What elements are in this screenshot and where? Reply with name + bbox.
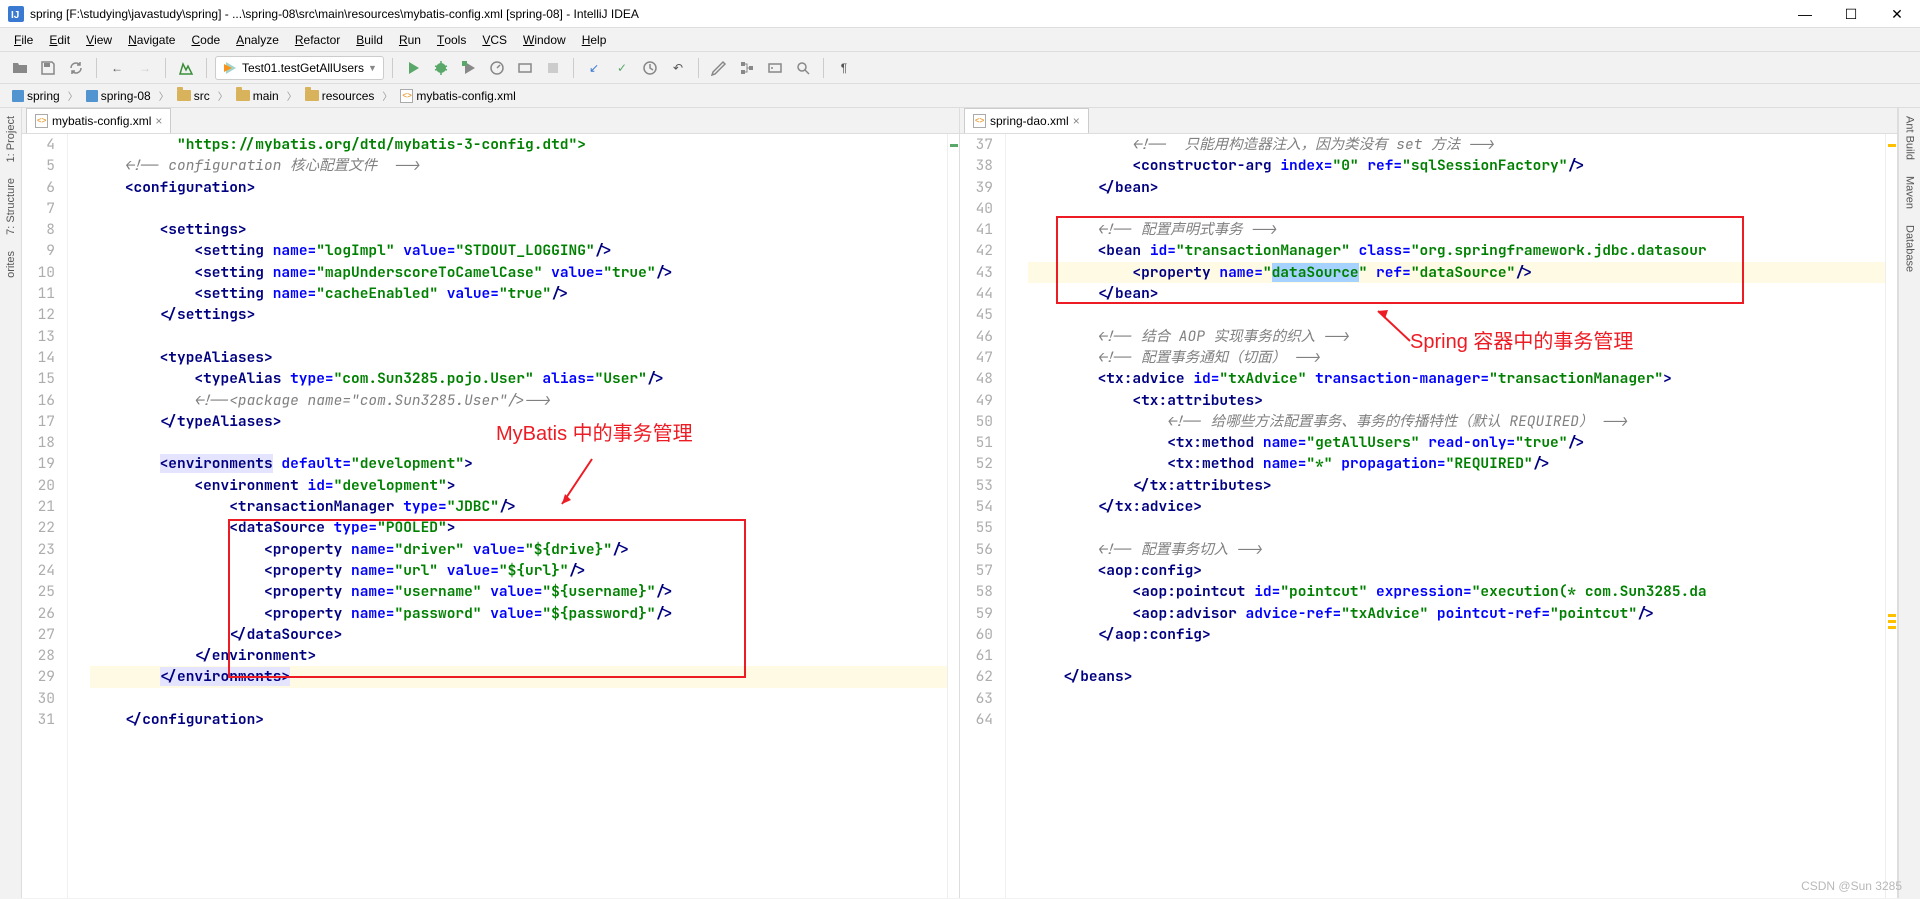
menu-refactor[interactable]: Refactor bbox=[287, 29, 348, 51]
vcs-history-icon[interactable] bbox=[638, 56, 662, 80]
error-stripe[interactable] bbox=[1885, 134, 1897, 898]
error-stripe[interactable] bbox=[947, 134, 959, 898]
tab-spring-dao[interactable]: spring-dao.xml × bbox=[964, 108, 1089, 133]
profile-icon[interactable] bbox=[485, 56, 509, 80]
code-area-right[interactable]: 3738394041424344454647484950515253545556… bbox=[960, 134, 1897, 898]
watermark: CSDN @Sun 3285 bbox=[1801, 879, 1902, 893]
code-content[interactable]: "https://mybatis.org/dtd/mybatis-3-confi… bbox=[84, 134, 947, 898]
vcs-revert-icon[interactable]: ↶ bbox=[666, 56, 690, 80]
tab-mybatis-config[interactable]: mybatis-config.xml × bbox=[26, 108, 171, 133]
vcs-commit-icon[interactable]: ✓ bbox=[610, 56, 634, 80]
menu-edit[interactable]: Edit bbox=[41, 29, 78, 51]
chevron-right-icon: 〉 bbox=[287, 88, 297, 103]
main-area: 1: Project7: Structureorites mybatis-con… bbox=[0, 108, 1920, 898]
forward-icon[interactable]: → bbox=[133, 56, 157, 80]
breadcrumb-src[interactable]: src bbox=[173, 86, 214, 106]
search-icon[interactable] bbox=[791, 56, 815, 80]
breadcrumb-mybatis-config.xml[interactable]: mybatis-config.xml bbox=[396, 86, 519, 106]
menu-view[interactable]: View bbox=[78, 29, 120, 51]
vcs-update-icon[interactable]: ↙ bbox=[582, 56, 606, 80]
breadcrumb-resources[interactable]: resources bbox=[301, 86, 379, 106]
gutter-marks bbox=[1006, 134, 1022, 898]
line-gutter[interactable]: 4567891011121314151617181920212223242526… bbox=[22, 134, 68, 898]
editor-tabs-right: spring-dao.xml × bbox=[960, 108, 1897, 134]
close-button[interactable]: ✕ bbox=[1874, 0, 1920, 28]
gutter-marks bbox=[68, 134, 84, 898]
open-icon[interactable] bbox=[8, 56, 32, 80]
toolwindow-project[interactable]: 1: Project bbox=[3, 108, 19, 170]
folder-icon bbox=[236, 90, 250, 101]
folder-icon bbox=[177, 90, 191, 101]
toolwindow-orites[interactable]: orites bbox=[3, 243, 19, 286]
attach-icon[interactable] bbox=[513, 56, 537, 80]
xml-icon bbox=[973, 114, 986, 128]
maximize-button[interactable]: ☐ bbox=[1828, 0, 1874, 28]
window-title: spring [F:\studying\javastudy\spring] - … bbox=[30, 7, 1912, 21]
coverage-icon[interactable] bbox=[457, 56, 481, 80]
run-config-selector[interactable]: Test01.testGetAllUsers ▼ bbox=[215, 56, 384, 80]
editor-tabs-left: mybatis-config.xml × bbox=[22, 108, 959, 134]
sync-icon[interactable] bbox=[64, 56, 88, 80]
code-area-left[interactable]: 4567891011121314151617181920212223242526… bbox=[22, 134, 959, 898]
chevron-right-icon: 〉 bbox=[68, 88, 78, 103]
run-config-icon bbox=[222, 60, 238, 76]
toolwindow-antbuild[interactable]: Ant Build bbox=[1902, 108, 1918, 168]
navigation-bar: spring〉spring-08〉src〉main〉resources〉myba… bbox=[0, 84, 1920, 108]
close-icon[interactable]: × bbox=[155, 114, 162, 128]
dropdown-icon: ▼ bbox=[368, 63, 377, 73]
menu-code[interactable]: Code bbox=[183, 29, 228, 51]
folder-icon bbox=[305, 90, 319, 101]
xml-icon bbox=[400, 89, 413, 103]
main-toolbar: ← → Test01.testGetAllUsers ▼ ↙ ✓ ↶ ¶ bbox=[0, 52, 1920, 84]
toolwindow-structure[interactable]: 7: Structure bbox=[3, 170, 19, 243]
minimize-button[interactable]: — bbox=[1782, 0, 1828, 28]
left-toolwindow-strip: 1: Project7: Structureorites bbox=[0, 108, 22, 898]
right-toolwindow-strip: Ant BuildMavenDatabase bbox=[1898, 108, 1920, 898]
toolwindow-database[interactable]: Database bbox=[1902, 217, 1918, 280]
menubar: FileEditViewNavigateCodeAnalyzeRefactorB… bbox=[0, 28, 1920, 52]
menu-run[interactable]: Run bbox=[391, 29, 429, 51]
editor-right: spring-dao.xml × 37383940414243444546474… bbox=[960, 108, 1898, 898]
build-icon[interactable] bbox=[174, 56, 198, 80]
close-icon[interactable]: × bbox=[1073, 114, 1080, 128]
menu-tools[interactable]: Tools bbox=[429, 29, 474, 51]
paragraph-icon[interactable]: ¶ bbox=[832, 56, 856, 80]
toolwindow-maven[interactable]: Maven bbox=[1902, 168, 1918, 217]
menu-vcs[interactable]: VCS bbox=[474, 29, 515, 51]
tab-label: spring-dao.xml bbox=[990, 114, 1069, 128]
tab-label: mybatis-config.xml bbox=[52, 114, 151, 128]
editor-splitter: mybatis-config.xml × 4567891011121314151… bbox=[22, 108, 1898, 898]
app-icon: IJ bbox=[8, 6, 24, 22]
module-icon bbox=[86, 90, 98, 102]
menu-window[interactable]: Window bbox=[515, 29, 574, 51]
breadcrumb-spring[interactable]: spring bbox=[8, 86, 64, 106]
chevron-right-icon: 〉 bbox=[218, 88, 228, 103]
debug-icon[interactable] bbox=[429, 56, 453, 80]
chevron-right-icon: 〉 bbox=[159, 88, 169, 103]
structure-icon[interactable] bbox=[735, 56, 759, 80]
settings-icon[interactable] bbox=[707, 56, 731, 80]
code-content[interactable]: <!-- 只能用构造器注入，因为类没有 set 方法 --> <construc… bbox=[1022, 134, 1885, 898]
xml-icon bbox=[35, 114, 48, 128]
stop-icon[interactable] bbox=[541, 56, 565, 80]
menu-build[interactable]: Build bbox=[348, 29, 391, 51]
svg-text:IJ: IJ bbox=[11, 10, 19, 21]
line-gutter[interactable]: 3738394041424344454647484950515253545556… bbox=[960, 134, 1006, 898]
run-icon[interactable] bbox=[401, 56, 425, 80]
breadcrumb-main[interactable]: main bbox=[232, 86, 283, 106]
menu-file[interactable]: File bbox=[6, 29, 41, 51]
sdk-icon[interactable] bbox=[763, 56, 787, 80]
editor-left: mybatis-config.xml × 4567891011121314151… bbox=[22, 108, 960, 898]
run-config-label: Test01.testGetAllUsers bbox=[242, 61, 364, 75]
menu-navigate[interactable]: Navigate bbox=[120, 29, 183, 51]
breadcrumb-spring-08[interactable]: spring-08 bbox=[82, 86, 155, 106]
save-icon[interactable] bbox=[36, 56, 60, 80]
titlebar: IJ spring [F:\studying\javastudy\spring]… bbox=[0, 0, 1920, 28]
back-icon[interactable]: ← bbox=[105, 56, 129, 80]
menu-help[interactable]: Help bbox=[574, 29, 615, 51]
chevron-right-icon: 〉 bbox=[382, 88, 392, 103]
module-icon bbox=[12, 90, 24, 102]
menu-analyze[interactable]: Analyze bbox=[228, 29, 287, 51]
